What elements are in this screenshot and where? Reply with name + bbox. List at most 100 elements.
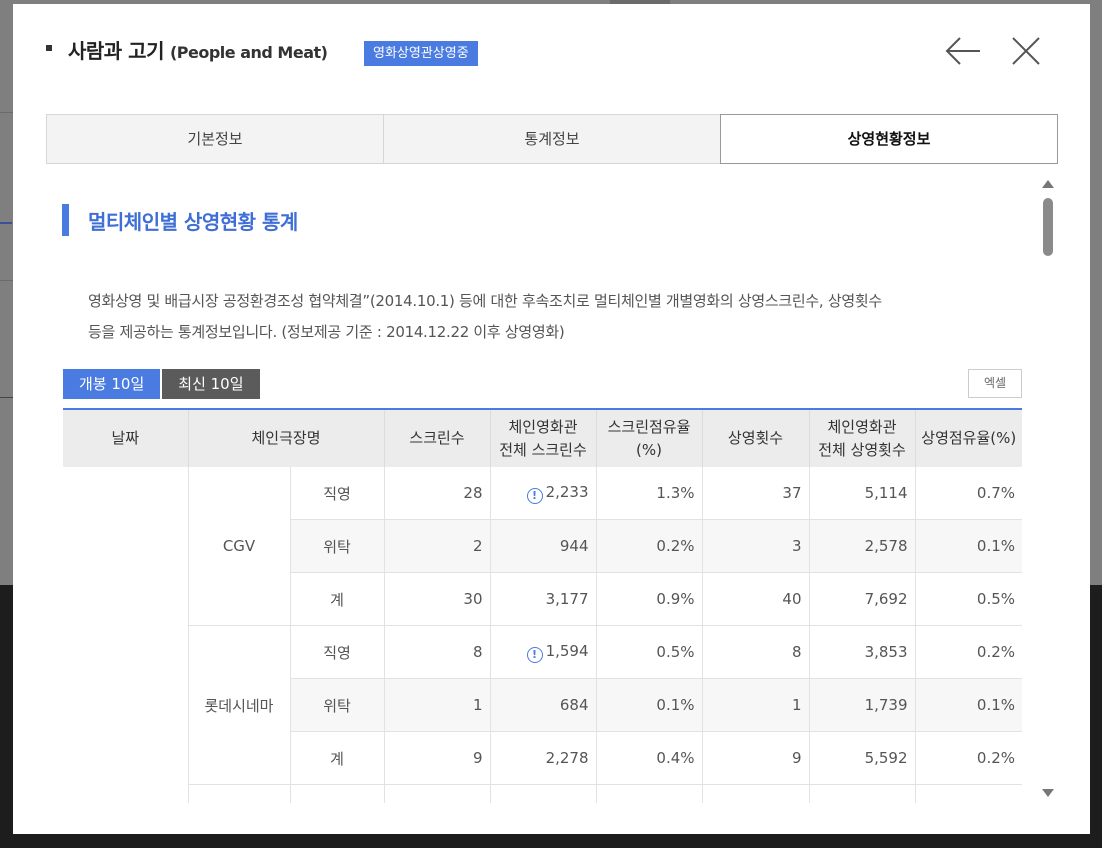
tab-statistics[interactable]: 통계정보: [383, 114, 720, 164]
total-shows-cell: 3,853: [808, 625, 916, 679]
screens-cell: 30: [383, 572, 491, 626]
show-share-cell: 0.2%: [914, 731, 1022, 785]
screens-cell: 8: [383, 625, 491, 679]
section-title: 멀티체인별 상영현황 통계: [88, 210, 298, 234]
subtab-recent-10-days[interactable]: 최신 10일: [162, 369, 260, 399]
movie-detail-modal: 사람과 고기 (People and Meat) 영화상영관상영중 기본정보 통계…: [13, 4, 1090, 834]
movie-title-en: (People and Meat): [169, 43, 328, 62]
scroll-down-arrow-icon[interactable]: [1042, 789, 1054, 797]
table-cell: [701, 784, 810, 803]
date-cell: [63, 467, 188, 803]
table-body: CGV 직영 28! 2,233 1.3% 37 5,114 0.7% 위탁 2 944 0.2% 3 2…: [63, 467, 1022, 803]
background-divider: [0, 397, 13, 398]
info-icon[interactable]: !: [526, 487, 543, 504]
shows-cell: 9: [701, 731, 810, 785]
screening-status-badge: 영화상영관상영중: [364, 41, 478, 66]
operation-type-cell: 직영: [289, 467, 385, 520]
background-divider: [0, 112, 13, 113]
header-line: 체인영화관: [508, 417, 578, 436]
screen-share-cell: 0.5%: [595, 625, 703, 679]
total-shows-cell: 5,592: [808, 731, 916, 785]
header-screens: 스크린수: [383, 409, 491, 467]
title-bullet: [46, 45, 52, 51]
table-row: 롯데시네마 직영 8! 1,594 0.5% 8 3,853 0.2%: [63, 625, 1022, 785]
total-shows-cell: 7,692: [808, 572, 916, 626]
movie-title-ko: 사람과 고기: [68, 39, 164, 63]
total-screens-cell: 684: [489, 678, 597, 732]
multichain-stats-table-wrap: 날짜 체인극장명 스크린수 체인영화관 전체 스크린수 스크린점유율 (%) 상영횟…: [63, 408, 1022, 803]
multichain-stats-table: 날짜 체인극장명 스크린수 체인영화관 전체 스크린수 스크린점유율 (%) 상영횟…: [63, 408, 1022, 803]
movie-title: 사람과 고기 (People and Meat): [68, 35, 328, 64]
total-screens-cell: ! 2,233: [489, 467, 597, 520]
operation-type-cell: 위탁: [289, 519, 385, 573]
table-cell: [289, 784, 385, 803]
total-screens-cell: ! 1,594: [489, 625, 597, 679]
table-cell: [914, 784, 1022, 803]
chain-name-cell: CGV: [187, 467, 290, 626]
table-cell: [595, 784, 703, 803]
show-share-cell: 0.5%: [914, 572, 1022, 626]
screens-cell: 1: [383, 678, 491, 732]
total-shows-cell: 2,578: [808, 519, 916, 573]
table-row: [63, 784, 1022, 803]
shows-cell: 8: [701, 625, 810, 679]
cell-value: 1,594: [545, 641, 589, 660]
show-share-cell: 0.7%: [914, 467, 1022, 520]
section-title-bar: [62, 204, 69, 236]
table-cell: [383, 784, 491, 803]
header-line: 체인영화관: [827, 417, 897, 436]
table-cell: [489, 784, 597, 803]
screen-share-cell: 0.9%: [595, 572, 703, 626]
screens-cell: 9: [383, 731, 491, 785]
header-chain: 체인극장명: [187, 409, 385, 467]
screen-share-cell: 1.3%: [595, 467, 703, 520]
header-chain-total-screens: 체인영화관전체 스크린수: [489, 409, 597, 467]
arrow-left-icon: [945, 37, 980, 65]
tab-screening-status[interactable]: 상영현황정보: [720, 114, 1058, 164]
header-chain-total-shows: 체인영화관전체 상영횟수: [808, 409, 916, 467]
header-line: 스크린점유율: [607, 417, 691, 436]
screen-share-cell: 0.1%: [595, 678, 703, 732]
operation-type-cell: 직영: [289, 625, 385, 679]
header-show-share: 상영점유율(%): [914, 409, 1022, 467]
header-screen-share: 스크린점유율 (%): [595, 409, 703, 467]
chain-name-cell: 롯데시네마: [187, 625, 290, 785]
header-shows: 상영횟수: [701, 409, 810, 467]
shows-cell: 3: [701, 519, 810, 573]
shows-cell: 37: [701, 467, 810, 520]
show-share-cell: 0.2%: [914, 625, 1022, 679]
excel-download-button[interactable]: 엑셀: [968, 369, 1022, 398]
scroll-up-arrow-icon[interactable]: [1042, 180, 1054, 188]
header-line: 전체 스크린수: [499, 440, 587, 459]
info-icon[interactable]: !: [526, 646, 543, 663]
detail-tabs: 기본정보 통계정보 상영현황정보: [46, 114, 1058, 164]
total-shows-cell: 1,739: [808, 678, 916, 732]
total-screens-cell: 944: [489, 519, 597, 573]
scrollbar-thumb[interactable]: [1043, 198, 1053, 256]
back-button[interactable]: [944, 32, 982, 70]
total-screens-cell: 3,177: [489, 572, 597, 626]
close-icon: [1012, 37, 1040, 65]
total-shows-cell: 5,114: [808, 467, 916, 520]
show-share-cell: 0.1%: [914, 678, 1022, 732]
period-subtabs: 개봉 10일 최신 10일: [63, 369, 262, 399]
section-description: 영화상영 및 배급시장 공정환경조성 협약체결”(2014.10.1) 등에 대…: [88, 286, 1028, 348]
screens-cell: 28: [383, 467, 491, 520]
header-line: 전체 상영횟수: [818, 440, 906, 459]
screens-cell: 2: [383, 519, 491, 573]
description-line: 등을 제공하는 통계정보입니다. (정보제공 기준 : 2014.12.22 이…: [88, 323, 565, 341]
table-row: CGV 직영 28! 2,233 1.3% 37 5,114 0.7%: [63, 467, 1022, 626]
cell-value: 2,233: [545, 482, 589, 501]
shows-cell: 1: [701, 678, 810, 732]
header-line: (%): [636, 440, 662, 459]
background-accent-line: [0, 222, 12, 224]
table-cell: [187, 784, 290, 803]
background-divider: [0, 280, 13, 281]
total-screens-cell: 2,278: [489, 731, 597, 785]
close-button[interactable]: [1007, 32, 1045, 70]
table-cell: [808, 784, 916, 803]
tab-basic-info[interactable]: 기본정보: [46, 114, 383, 164]
subtab-opening-10-days[interactable]: 개봉 10일: [63, 369, 161, 399]
operation-type-cell: 계: [289, 572, 385, 626]
operation-type-cell: 위탁: [289, 678, 385, 732]
